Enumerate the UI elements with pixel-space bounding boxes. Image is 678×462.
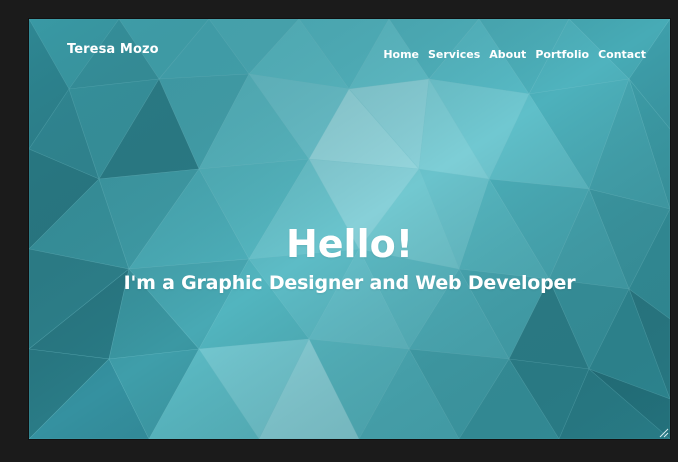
nav-link-home[interactable]: Home — [383, 48, 419, 61]
nav-item-services: Services — [428, 43, 480, 62]
nav-link-about[interactable]: About — [489, 48, 526, 61]
resize-grip-icon[interactable] — [657, 426, 669, 438]
hero-subtitle: I'm a Graphic Designer and Web Developer — [123, 272, 576, 294]
brand-logo-link[interactable]: Teresa Mozo — [67, 42, 159, 57]
top-navigation-bar: Teresa Mozo Home Services About Portfoli… — [29, 19, 670, 81]
hero-title: Hello! — [285, 222, 414, 266]
nav-item-about: About — [489, 43, 526, 62]
nav-link-contact[interactable]: Contact — [598, 48, 646, 61]
nav-link-services[interactable]: Services — [428, 48, 480, 61]
nav-item-home: Home — [383, 43, 419, 62]
hero-section: Hello! I'm a Graphic Designer and Web De… — [29, 219, 670, 297]
website-viewport: Teresa Mozo Home Services About Portfoli… — [29, 19, 670, 439]
nav-link-portfolio[interactable]: Portfolio — [535, 48, 589, 61]
main-nav: Home Services About Portfolio Contact — [383, 43, 646, 62]
nav-item-portfolio: Portfolio — [535, 43, 589, 62]
nav-item-contact: Contact — [598, 43, 646, 62]
